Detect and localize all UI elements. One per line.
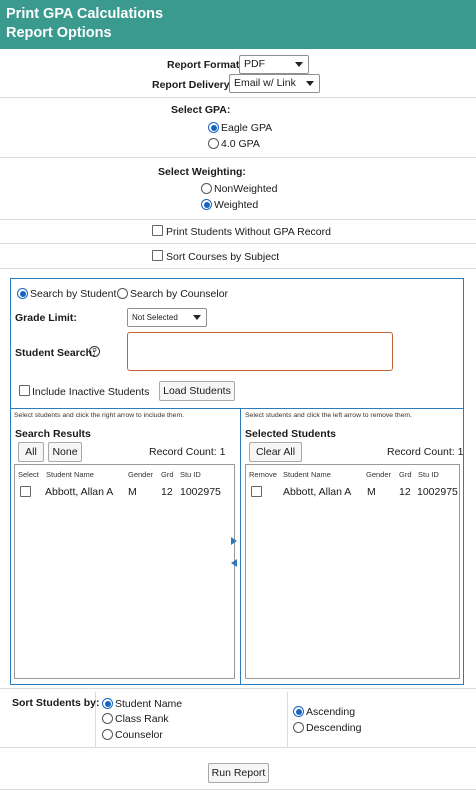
radio-eagle-gpa-label: Eagle GPA [221, 122, 273, 134]
select-gpa-label: Select GPA: [171, 104, 231, 116]
divider [0, 688, 476, 689]
report-format-label: Report Format: [167, 59, 243, 71]
radio-ascending[interactable] [293, 706, 304, 717]
column-header-grade: Grd [399, 470, 412, 479]
radio-eagle-gpa[interactable] [208, 122, 219, 133]
radio-sort-student-name[interactable] [102, 698, 113, 709]
help-icon[interactable]: ? [89, 346, 100, 357]
report-format-select[interactable]: PDF [239, 55, 309, 74]
column-header-gender: Gender [366, 470, 392, 479]
radio-nonweighted-label: NonWeighted [214, 183, 278, 195]
radio-weighted[interactable] [201, 199, 212, 210]
radio-4-gpa[interactable] [208, 138, 219, 149]
sort-counselor-label: Counselor [115, 729, 163, 741]
left-list-hint: Select students and click the right arro… [14, 412, 185, 419]
stu-id-cell: 1002975 [417, 486, 458, 498]
column-header-select: Select [18, 470, 39, 479]
table-row[interactable]: Abbott, Allan A M 12 1002975 [246, 481, 459, 503]
arrow-left-icon[interactable] [231, 559, 237, 567]
select-all-button[interactable]: All [18, 442, 44, 462]
row-remove-checkbox[interactable] [251, 486, 262, 497]
divider [0, 243, 476, 244]
stu-id-cell: 1002975 [180, 486, 221, 498]
list-divider [240, 409, 241, 684]
clear-all-button[interactable]: Clear All [249, 442, 302, 462]
select-weighting-label: Select Weighting: [158, 166, 246, 178]
page-header: Print GPA Calculations Report Options [0, 0, 476, 49]
search-results-title: Search Results [15, 428, 91, 440]
radio-sort-counselor[interactable] [102, 729, 113, 740]
radio-search-by-counselor[interactable] [117, 288, 128, 299]
column-header-stu-id: Stu ID [418, 470, 439, 479]
grade-limit-value: Not Selected [132, 313, 178, 322]
report-delivery-value: Email w/ Link [234, 77, 296, 89]
gender-cell: M [367, 486, 376, 498]
row-select-checkbox[interactable] [20, 486, 31, 497]
column-header-gender: Gender [128, 470, 154, 479]
gender-cell: M [128, 486, 137, 498]
chevron-down-icon [193, 315, 201, 320]
sort-courses-label: Sort Courses by Subject [166, 251, 280, 263]
include-inactive-label: Include Inactive Students [32, 386, 150, 398]
divider [0, 268, 476, 269]
ascending-label: Ascending [306, 706, 356, 718]
include-inactive-checkbox[interactable] [19, 385, 30, 396]
page-title: Print GPA Calculations [6, 6, 164, 22]
divider [0, 157, 476, 158]
chevron-down-icon [306, 81, 314, 86]
load-students-button[interactable]: Load Students [159, 381, 235, 401]
divider [0, 97, 476, 98]
grade-cell: 12 [161, 486, 173, 498]
report-delivery-label: Report Delivery: [152, 79, 234, 91]
page-subtitle: Report Options [6, 25, 112, 41]
radio-search-by-student[interactable] [17, 288, 28, 299]
selected-students-title: Selected Students [245, 428, 337, 440]
left-record-count: Record Count: 1 [149, 446, 226, 458]
column-header-student-name: Student Name [46, 470, 94, 479]
right-record-count: Record Count: 1 [387, 446, 464, 458]
search-by-student-label: Search by Student [30, 288, 117, 300]
grade-limit-label: Grade Limit: [15, 312, 77, 324]
run-report-button[interactable]: Run Report [208, 763, 269, 783]
search-by-counselor-label: Search by Counselor [130, 288, 229, 300]
sort-courses-checkbox[interactable] [152, 250, 163, 261]
divider [0, 789, 476, 790]
column-header-grade: Grd [161, 470, 174, 479]
column-header-student-name: Student Name [283, 470, 331, 479]
divider [0, 747, 476, 748]
radio-weighted-label: Weighted [214, 199, 259, 211]
chevron-down-icon [295, 62, 303, 67]
sort-students-label: Sort Students by: [12, 697, 100, 709]
print-without-gpa-checkbox[interactable] [152, 225, 163, 236]
divider [0, 219, 476, 220]
student-search-label: Student Search: [15, 347, 96, 359]
student-search-input[interactable] [127, 332, 393, 371]
print-without-gpa-label: Print Students Without GPA Record [166, 226, 331, 238]
sort-class-rank-label: Class Rank [115, 713, 169, 725]
radio-4-gpa-label: 4.0 GPA [221, 138, 260, 150]
divider [287, 692, 288, 747]
report-delivery-select[interactable]: Email w/ Link [229, 74, 320, 93]
descending-label: Descending [306, 722, 362, 734]
column-header-stu-id: Stu ID [180, 470, 201, 479]
grade-limit-select[interactable]: Not Selected [127, 308, 207, 327]
select-none-button[interactable]: None [48, 442, 82, 462]
radio-sort-class-rank[interactable] [102, 713, 113, 724]
student-name-cell: Abbott, Allan A [45, 486, 114, 498]
grade-cell: 12 [399, 486, 411, 498]
report-format-value: PDF [244, 58, 265, 70]
radio-descending[interactable] [293, 722, 304, 733]
radio-nonweighted[interactable] [201, 183, 212, 194]
arrow-right-icon[interactable] [231, 537, 237, 545]
table-row[interactable]: Abbott, Allan A M 12 1002975 [15, 481, 234, 503]
right-list-hint: Select students and click the left arrow… [245, 412, 412, 419]
student-name-cell: Abbott, Allan A [283, 486, 352, 498]
sort-student-name-label: Student Name [115, 698, 183, 710]
column-header-remove: Remove [249, 470, 277, 479]
